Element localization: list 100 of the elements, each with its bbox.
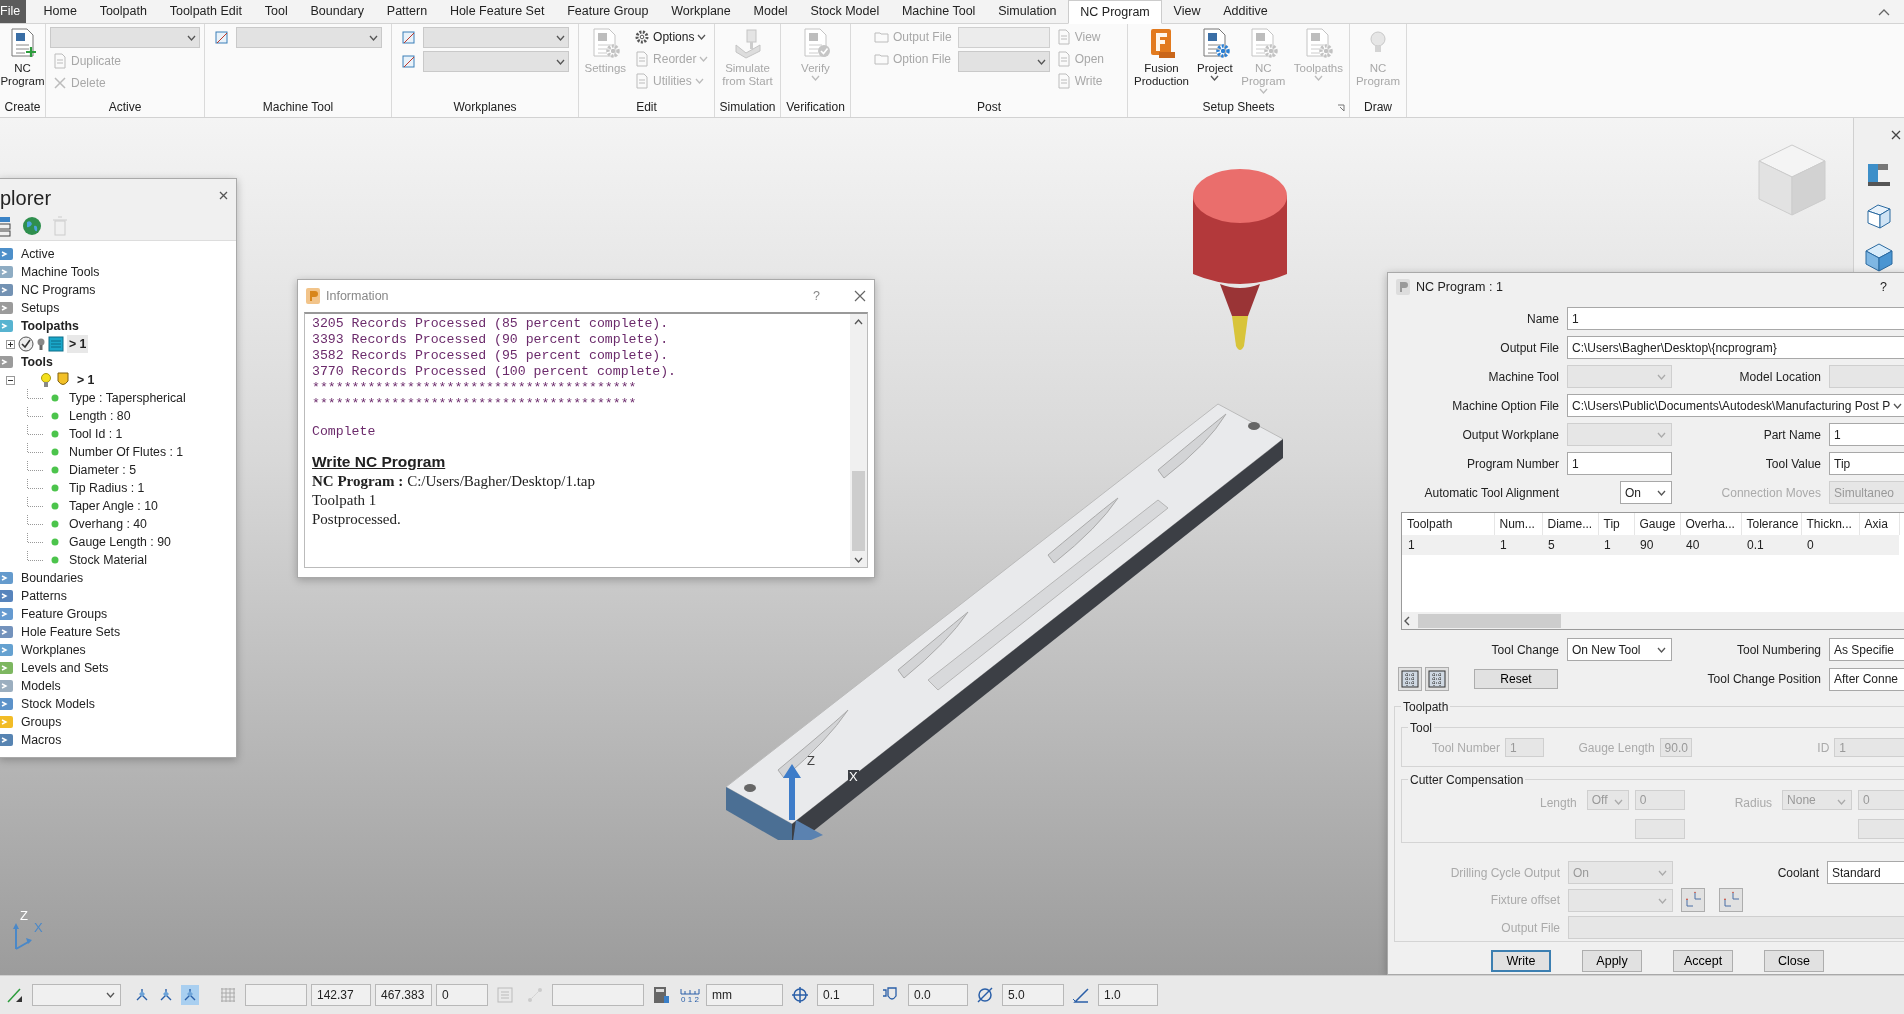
ribbon-tab[interactable]: Simulation bbox=[986, 0, 1068, 23]
launcher-icon[interactable] bbox=[1337, 104, 1345, 112]
close-icon[interactable] bbox=[854, 290, 866, 302]
text-field[interactable]: mm bbox=[706, 984, 783, 1006]
collapse-box-icon[interactable] bbox=[6, 375, 15, 385]
sketch-icon[interactable] bbox=[6, 986, 24, 1004]
ribbon-tab[interactable]: Toolpath bbox=[88, 0, 159, 23]
expand-box-icon[interactable] bbox=[6, 339, 15, 349]
ribbon-button[interactable]: Options bbox=[632, 27, 711, 46]
view-toggle[interactable] bbox=[181, 985, 199, 1005]
text-field[interactable]: 1 bbox=[1829, 423, 1904, 446]
grid-icon[interactable] bbox=[219, 986, 237, 1004]
tree-item[interactable]: Boundaries bbox=[19, 568, 86, 588]
text-field[interactable]: 1 bbox=[1567, 307, 1904, 330]
help-button[interactable]: ? bbox=[1880, 277, 1887, 297]
scroll-down-icon[interactable] bbox=[854, 557, 863, 563]
ribbon-tab[interactable]: Pattern bbox=[375, 0, 439, 23]
text-field[interactable]: 142.37 bbox=[311, 984, 371, 1006]
ribbon-tab[interactable]: Machine Tool bbox=[890, 0, 987, 23]
ruler-icon[interactable]: 0 1 2 bbox=[680, 986, 700, 1004]
cube-icon[interactable] bbox=[1864, 242, 1894, 272]
ribbon-tab[interactable]: Home bbox=[32, 0, 89, 23]
ribbon-tab[interactable]: Tool bbox=[253, 0, 300, 23]
scrollbar[interactable] bbox=[1402, 612, 1904, 629]
text-field[interactable]: 0.0 bbox=[908, 984, 968, 1006]
dropdown[interactable]: On New Tool bbox=[1567, 638, 1672, 661]
tree-item[interactable]: Feature Groups bbox=[19, 604, 110, 624]
tree-item[interactable]: Tool Id : 1 bbox=[67, 424, 125, 444]
text-field[interactable]: As Specifie bbox=[1829, 638, 1904, 661]
tree-item[interactable]: Gauge Length : 90 bbox=[67, 532, 173, 552]
help-button[interactable]: ? bbox=[813, 286, 820, 306]
crosshair-icon[interactable] bbox=[791, 986, 809, 1004]
ribbon-tab[interactable]: File bbox=[0, 0, 27, 23]
ribbon-tab[interactable]: Model bbox=[742, 0, 799, 23]
globe-icon[interactable] bbox=[22, 215, 42, 236]
icon-button[interactable] bbox=[1425, 667, 1449, 691]
tree-item[interactable]: Overhang : 40 bbox=[67, 514, 149, 534]
ribbon-tab[interactable]: Toolpath Edit bbox=[158, 0, 254, 23]
ribbon-tab[interactable]: Additive bbox=[1211, 0, 1280, 23]
icon-button[interactable] bbox=[1719, 888, 1743, 912]
tree-item[interactable]: Diameter : 5 bbox=[67, 460, 138, 480]
text-field[interactable]: After Conne bbox=[1829, 667, 1904, 691]
text-field[interactable]: C:\Users\Bagher\Desktop\{ncprogram} bbox=[1567, 336, 1904, 359]
tree-item[interactable]: Tools bbox=[19, 352, 55, 372]
tree-item[interactable]: NC Programs bbox=[19, 280, 98, 300]
text-field[interactable]: 0.1 bbox=[817, 984, 874, 1006]
tree-item[interactable]: Stock Material bbox=[67, 550, 149, 570]
tree-item[interactable]: Machine Tools bbox=[19, 262, 102, 282]
tree-item[interactable]: Taper Angle : 10 bbox=[67, 496, 160, 516]
dialog-button[interactable]: Accept bbox=[1673, 950, 1733, 972]
tree-item[interactable]: Setups bbox=[19, 298, 62, 318]
ribbon-tab[interactable]: NC Program bbox=[1067, 0, 1163, 24]
ribbon-tab[interactable]: Boundary bbox=[299, 0, 376, 23]
dialog-button[interactable]: Apply bbox=[1582, 950, 1642, 972]
text-field[interactable]: 1.0 bbox=[1098, 984, 1158, 1006]
tree-item[interactable]: Levels and Sets bbox=[19, 658, 111, 678]
tree-item[interactable]: Toolpaths bbox=[19, 316, 81, 336]
text-field[interactable]: Tip bbox=[1829, 452, 1904, 475]
tree-item[interactable]: Hole Feature Sets bbox=[19, 622, 123, 642]
text-field[interactable] bbox=[1634, 819, 1685, 839]
icon-button[interactable] bbox=[1398, 667, 1422, 691]
tree-item[interactable]: Macros bbox=[19, 730, 64, 750]
scroll-up-icon[interactable] bbox=[854, 319, 863, 325]
close-icon[interactable] bbox=[1891, 130, 1901, 140]
close-icon[interactable] bbox=[219, 190, 228, 200]
ribbon-button[interactable]: NC Program bbox=[0, 27, 47, 88]
reset-button[interactable]: Reset bbox=[1474, 669, 1558, 689]
scrollbar[interactable] bbox=[850, 314, 867, 567]
ribbon-tab[interactable]: Workplane bbox=[659, 0, 743, 23]
text-field[interactable] bbox=[957, 27, 1050, 48]
scroll-left-icon[interactable] bbox=[1402, 615, 1412, 626]
angle-icon[interactable] bbox=[1072, 986, 1090, 1004]
ribbon-tab[interactable]: Stock Model bbox=[799, 0, 891, 23]
scrollbar-thumb[interactable] bbox=[852, 471, 865, 551]
diameter-icon[interactable] bbox=[976, 986, 994, 1004]
dropdown[interactable]: On bbox=[1620, 481, 1672, 504]
tree-item[interactable]: Active bbox=[19, 244, 57, 264]
tree-item[interactable]: Length : 80 bbox=[67, 406, 133, 426]
tree-item[interactable]: Number Of Flutes : 1 bbox=[67, 442, 186, 462]
dialog-button[interactable]: Write bbox=[1491, 950, 1551, 972]
tree-item[interactable]: Workplanes bbox=[19, 640, 88, 660]
ribbon-button[interactable]: Project bbox=[1195, 27, 1235, 81]
text-field[interactable] bbox=[552, 984, 644, 1006]
text-field[interactable]: Standard bbox=[1827, 861, 1904, 884]
ribbon-tab[interactable]: Feature Group bbox=[555, 0, 660, 23]
text-field[interactable]: 1 bbox=[1567, 452, 1672, 475]
tree-item[interactable]: Groups bbox=[19, 712, 64, 732]
tree-view-icon[interactable] bbox=[0, 214, 12, 237]
tree-item[interactable]: Models bbox=[19, 676, 63, 696]
calculator-icon[interactable] bbox=[652, 986, 670, 1004]
ribbon-tab[interactable]: Hole Feature Set bbox=[438, 0, 556, 23]
tree-item[interactable]: > 1 bbox=[67, 334, 89, 354]
dialog-button[interactable]: Close bbox=[1764, 950, 1824, 972]
icon-button[interactable] bbox=[1681, 888, 1705, 912]
collapse-icon[interactable] bbox=[1878, 8, 1890, 16]
dropdown[interactable]: C:\Users\Public\Documents\Autodesk\Manufacturing Post P bbox=[1567, 394, 1904, 417]
ribbon-tab[interactable]: View bbox=[1162, 0, 1212, 23]
text-field[interactable]: 0 bbox=[436, 984, 488, 1006]
tree-item[interactable]: Tip Radius : 1 bbox=[67, 478, 147, 498]
text-field[interactable]: 467.383 bbox=[375, 984, 432, 1006]
